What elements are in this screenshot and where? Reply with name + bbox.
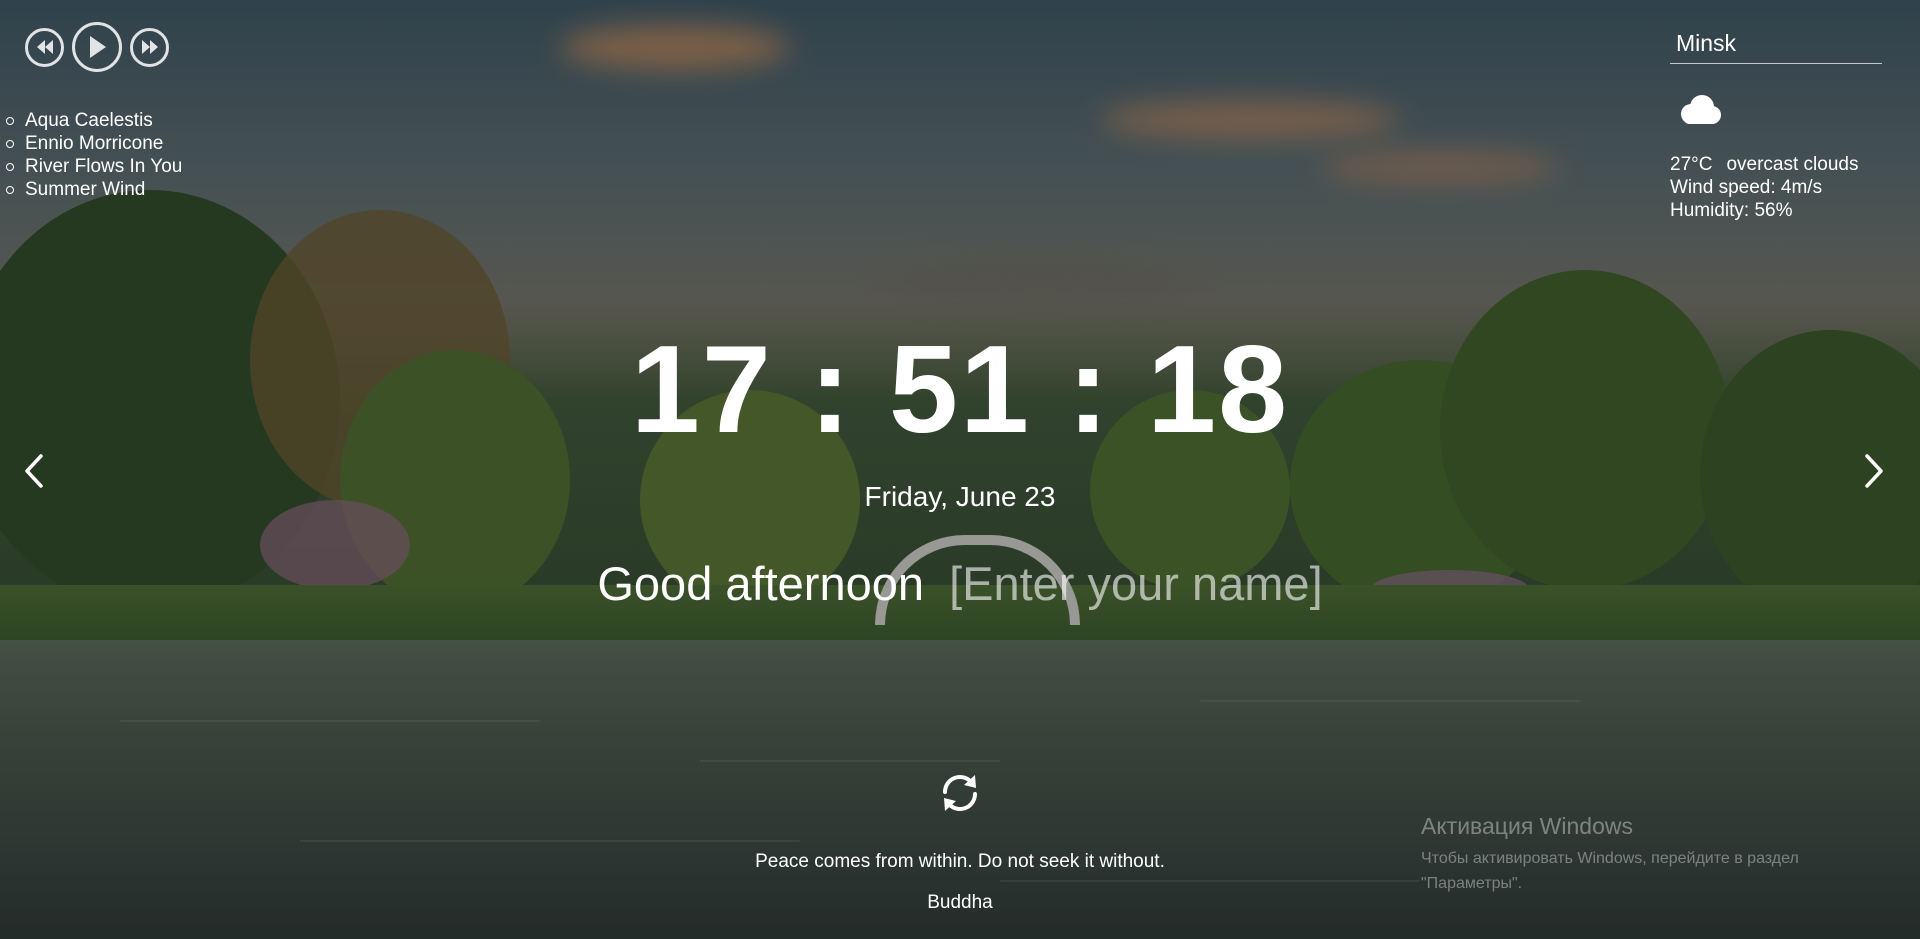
playlist-item[interactable]: Aqua Caelestis [5,109,182,132]
play-icon [90,36,106,58]
weather-summary: 27°C overcast clouds [1670,153,1882,176]
city-input[interactable] [1670,26,1882,64]
humidity: Humidity: 56% [1670,200,1793,221]
previous-track-button[interactable] [25,27,64,67]
greeting-text: Good afternoon [597,557,924,610]
activation-title: Активация Windows [1421,813,1633,839]
playlist-item[interactable]: River Flows In You [5,155,182,178]
playlist-item[interactable]: Ennio Morricone [5,132,182,155]
weather-widget: 27°C overcast clouds Wind speed: 4m/s Hum… [1670,26,1882,222]
fast-forward-icon [141,40,158,54]
activation-text: Чтобы активировать Windows, перейдите в … [1421,850,1799,892]
temperature: 27°C [1670,154,1713,175]
cloud-icon [1674,92,1724,128]
playlist: Aqua Caelestis Ennio Morricone River Flo… [0,109,182,201]
weather-description: overcast clouds [1726,154,1859,175]
refresh-icon[interactable] [937,770,983,816]
greeting-row: Good afternoon [Enter your name] [0,556,1920,611]
playlist-item[interactable]: Summer Wind [5,178,182,201]
name-input[interactable]: [Enter your name] [949,557,1323,610]
windows-activation-watermark: Активация Windows Чтобы активировать Win… [1421,812,1861,896]
rewind-icon [36,40,53,54]
audio-player [25,22,169,72]
date: Friday, June 23 [864,481,1056,512]
play-button[interactable] [72,22,122,72]
clock: 17 : 51 : 18 [630,321,1290,459]
wind-speed: Wind speed: 4m/s [1670,177,1823,198]
next-track-button[interactable] [130,27,169,67]
